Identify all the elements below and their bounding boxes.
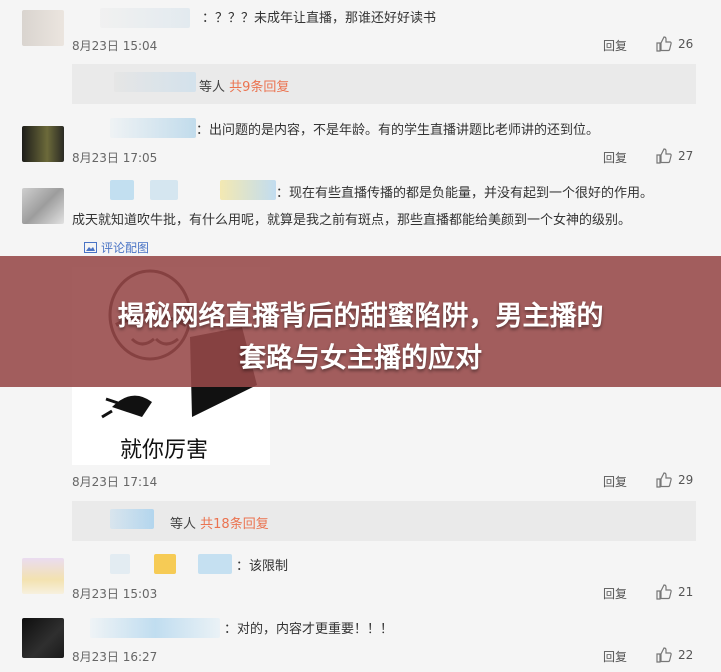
like-button[interactable]: 26 (656, 36, 693, 52)
meme-caption: 就你厉害 (120, 438, 209, 463)
comment-text: ：现在有些直播传播的都是负能量，并没有起到一个很好的作用。 (276, 186, 654, 201)
like-count: 29 (678, 473, 694, 487)
thumbs-up-icon (656, 148, 672, 164)
username-blurred[interactable] (150, 180, 178, 200)
reply-button[interactable]: 回复 (603, 473, 627, 490)
username-blurred[interactable] (110, 180, 134, 200)
thumbs-up-icon (656, 647, 672, 663)
comment-item: ：该限制 8月23日 15:03 回复 21 (0, 548, 721, 610)
subreply-prefix: 等人 (199, 80, 226, 95)
reply-button[interactable]: 回复 (603, 585, 627, 602)
like-button[interactable]: 21 (656, 584, 693, 600)
like-button[interactable]: 22 (656, 647, 693, 663)
like-button[interactable]: 27 (656, 148, 693, 164)
comment-date: 8月23日 15:03 (72, 587, 158, 601)
thumbs-up-icon (656, 472, 672, 488)
comment-date: 8月23日 17:14 (72, 475, 158, 489)
like-count: 26 (678, 37, 694, 51)
avatar[interactable] (22, 558, 64, 594)
like-button[interactable]: 29 (656, 472, 693, 488)
comment-footer: 8月23日 17:14 回复 29 (0, 470, 721, 494)
avatar[interactable] (22, 618, 64, 658)
comment-item: ：出问题的是内容，不是年龄。有的学生直播讲题比老师讲的还到位。 8月23日 17… (0, 112, 721, 176)
subreply-text: 等人 共18条回复 (170, 513, 269, 532)
banner-title-line-2: 套路与女主播的应对 (239, 343, 482, 374)
comment-date: 8月23日 15:04 (72, 39, 158, 53)
like-count: 27 (678, 149, 694, 163)
subreply-box[interactable]: 等人 共9条回复 (72, 64, 696, 104)
thumbs-up-icon (656, 36, 672, 52)
banner-title-line-1: 揭秘网络直播背后的甜蜜陷阱，男主播的 (117, 301, 604, 332)
subreply-prefix: 等人 (170, 517, 197, 532)
comment-text: ：对的，内容才更重要！！！ (224, 622, 394, 637)
username-blurred[interactable] (100, 8, 190, 28)
avatar[interactable] (22, 126, 64, 162)
subreply-count-link[interactable]: 共18条回复 (200, 517, 269, 532)
username-blurred[interactable] (154, 554, 176, 574)
subreply-box[interactable]: 等人 共18条回复 (72, 501, 696, 541)
comment-text: ：该限制 (236, 559, 289, 574)
reply-button[interactable]: 回复 (603, 149, 627, 166)
comment-text: ：？？？未成年让直播，那谁还好好读书 (202, 11, 437, 26)
comment-date: 8月23日 16:27 (72, 650, 158, 664)
avatar[interactable] (22, 188, 64, 224)
comment-text-continued: 成天就知道吹牛批，有什么用呢，就算是我之前有斑点，那些直播都能给美颜到一个女神的… (72, 213, 632, 228)
image-icon (84, 242, 97, 253)
subreply-count-link[interactable]: 共9条回复 (229, 80, 289, 95)
like-count: 22 (678, 648, 694, 662)
comment-item: ：对的，内容才更重要！！！ 8月23日 16:27 回复 22 (0, 612, 721, 672)
username-blurred[interactable] (114, 72, 196, 92)
comment-image-link-label: 评论配图 (101, 241, 150, 255)
thumbs-up-icon (656, 584, 672, 600)
comment-date: 8月23日 17:05 (72, 151, 158, 165)
reply-button[interactable]: 回复 (603, 37, 627, 54)
username-blurred[interactable] (110, 554, 130, 574)
username-blurred[interactable] (110, 509, 154, 529)
title-banner: 揭秘网络直播背后的甜蜜陷阱，男主播的 套路与女主播的应对 (0, 256, 721, 387)
reply-button[interactable]: 回复 (603, 648, 627, 665)
avatar[interactable] (22, 10, 64, 46)
subreply-text: 等人 共9条回复 (199, 76, 289, 95)
comment-text: ：出问题的是内容，不是年龄。有的学生直播讲题比老师讲的还到位。 (196, 123, 600, 138)
comment-item: ：？？？未成年让直播，那谁还好好读书 8月23日 15:04 回复 26 (0, 0, 721, 64)
comment-image-link[interactable]: 评论配图 (84, 239, 149, 256)
like-count: 21 (678, 585, 694, 599)
username-blurred[interactable] (90, 618, 220, 638)
username-blurred[interactable] (198, 554, 232, 574)
username-blurred[interactable] (110, 118, 196, 138)
username-blurred[interactable] (220, 180, 276, 200)
